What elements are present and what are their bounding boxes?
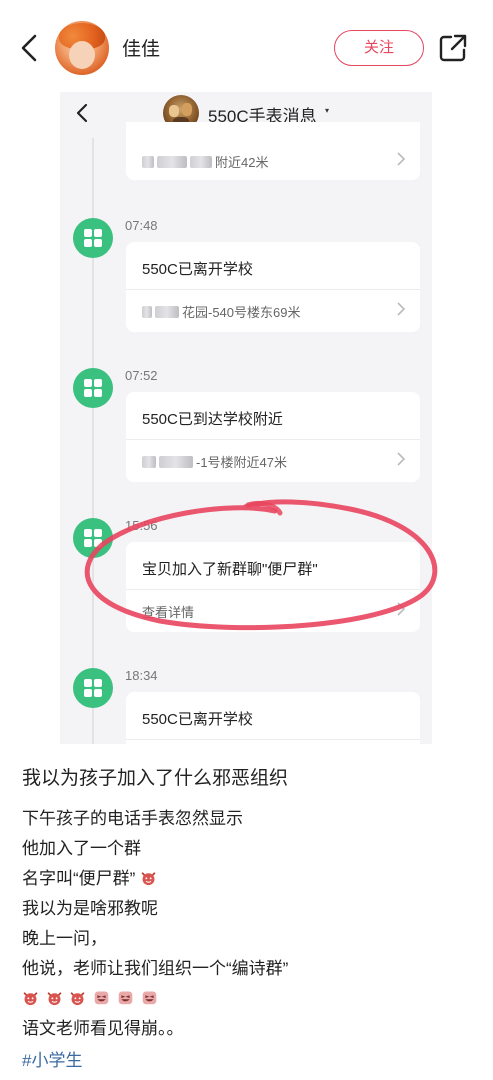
watch-app-icon bbox=[73, 368, 113, 408]
chevron-right-icon bbox=[397, 452, 406, 466]
devil-emoji-icon bbox=[47, 992, 62, 1006]
author-name[interactable]: 佳佳 bbox=[122, 34, 160, 61]
message-time: 07:48 bbox=[125, 218, 158, 233]
chevron-right-icon bbox=[397, 302, 406, 316]
post-line: 我以为是啥邪教呢 bbox=[22, 899, 158, 918]
message-title: 550C已离开学校 bbox=[142, 261, 253, 278]
devil-emoji-icon bbox=[141, 872, 156, 886]
post-line: 他加入了一个群 bbox=[22, 839, 141, 858]
laughing-emoji-icon bbox=[118, 991, 133, 1005]
devil-emoji-icon bbox=[71, 992, 85, 1006]
top-bar: 佳佳 关注 bbox=[0, 0, 493, 92]
message-location: -1号楼附近47米 bbox=[142, 452, 287, 471]
divider bbox=[126, 739, 420, 740]
chevron-right-icon bbox=[397, 152, 406, 166]
post-title: 我以为孩子加入了什么邪恶组织 bbox=[22, 768, 289, 789]
message-location: 花园-540号楼东69米 bbox=[142, 302, 300, 321]
message-location: 附近42米 bbox=[142, 152, 268, 171]
post-line: 语文老师看见得崩。。 bbox=[22, 1019, 184, 1038]
laughing-emoji-icon bbox=[142, 991, 156, 1005]
divider bbox=[126, 439, 420, 440]
watch-app-icon bbox=[73, 668, 113, 708]
message-time: 18:34 bbox=[125, 668, 158, 683]
view-details-link[interactable]: 查看详情 bbox=[142, 602, 194, 621]
post-line: 名字叫“便尸群” bbox=[22, 864, 477, 894]
post-line: 下午孩子的电话手表忽然显示 bbox=[22, 809, 243, 828]
post-line: 他说，老师让我们组织一个“编诗群” bbox=[22, 959, 289, 978]
follow-button[interactable]: 关注 bbox=[334, 30, 424, 66]
hashtag-link[interactable]: #小学生 bbox=[22, 1046, 477, 1076]
message-title: 宝贝加入了新群聊"便尸群" bbox=[142, 561, 318, 578]
watch-app-icon bbox=[73, 518, 113, 558]
author-avatar[interactable] bbox=[55, 21, 109, 75]
watch-app-icon bbox=[73, 218, 113, 258]
divider bbox=[126, 289, 420, 290]
message-title: 550C已离开学校 bbox=[142, 711, 253, 728]
devil-emoji-icon bbox=[23, 992, 38, 1006]
back-arrow-icon[interactable] bbox=[16, 32, 42, 64]
message-card[interactable]: 550C已到达学校附近 -1号楼附近47米 bbox=[126, 392, 420, 482]
emoji-line bbox=[22, 984, 477, 1014]
divider bbox=[126, 589, 420, 590]
caret-down-icon: ▾ bbox=[325, 106, 330, 115]
post-content: 我以为孩子加入了什么邪恶组织 下午孩子的电话手表忽然显示 他加入了一个群 名字叫… bbox=[22, 764, 477, 1076]
message-time: 15:56 bbox=[125, 518, 158, 533]
message-title: 550C已到达学校附近 bbox=[142, 411, 283, 428]
message-time: 07:52 bbox=[125, 368, 158, 383]
chevron-right-icon bbox=[397, 602, 406, 616]
post-line: 晚上一问， bbox=[22, 929, 107, 948]
laughing-emoji-icon bbox=[94, 991, 109, 1005]
watch-message-screenshot[interactable]: 550C手表消息 ▾ 附近42米 07:48 550C已离开学校 花园-540号… bbox=[60, 92, 432, 744]
message-card[interactable]: 550C已离开学校 花园-540号楼东69米 bbox=[126, 242, 420, 332]
share-icon[interactable] bbox=[438, 33, 468, 63]
group-join-message-card[interactable]: 宝贝加入了新群聊"便尸群" 查看详情 bbox=[126, 542, 420, 632]
message-card: 附近42米 bbox=[126, 122, 420, 180]
post-body: 下午孩子的电话手表忽然显示 他加入了一个群 名字叫“便尸群” 我以为是啥邪教呢 … bbox=[22, 804, 477, 1076]
message-card[interactable]: 550C已离开学校 bbox=[126, 692, 420, 744]
screenshot-back-icon bbox=[76, 103, 88, 123]
